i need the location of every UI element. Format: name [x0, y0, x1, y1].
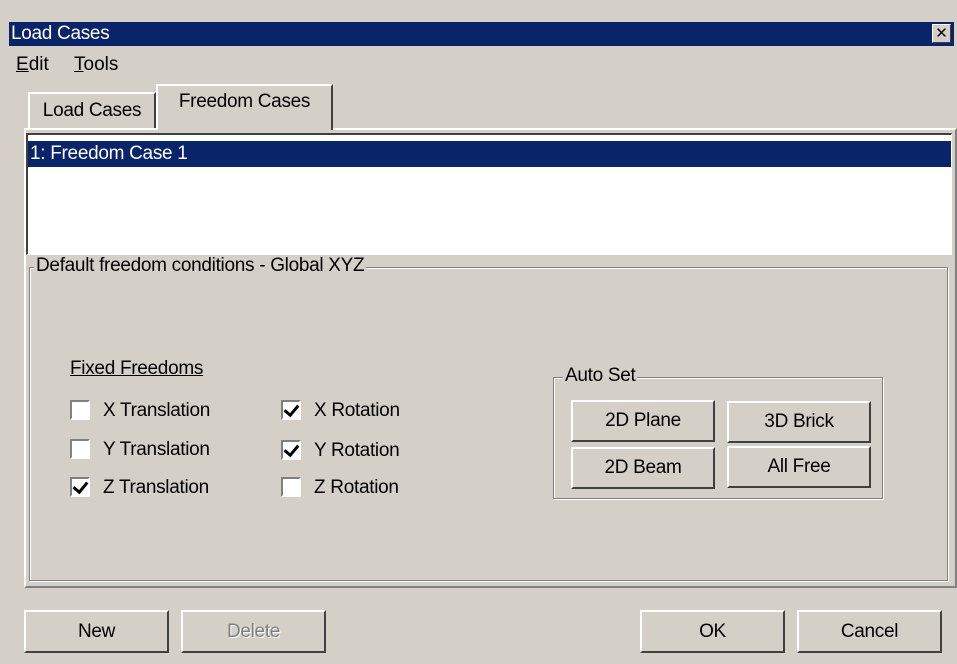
checkbox-z-rotation-box[interactable] — [281, 477, 301, 497]
menu-tools-rest: ools — [83, 54, 119, 75]
2d-beam-button[interactable]: 2D Beam — [571, 447, 715, 489]
checkbox-y-translation-label: Y Translation — [103, 439, 210, 460]
menu-edit-rest: dit — [28, 54, 49, 75]
window-title: Load Cases — [11, 23, 110, 44]
checkbox-y-rotation-label: Y Rotation — [314, 440, 400, 461]
tab-load-cases[interactable]: Load Cases — [28, 92, 156, 128]
checkbox-x-rotation-box[interactable] — [281, 400, 301, 420]
default-freedom-title: Default freedom conditions - Global XYZ — [34, 255, 367, 277]
title-bar[interactable]: Load Cases ✕ — [9, 22, 954, 46]
checkbox-z-translation-label: Z Translation — [103, 477, 209, 498]
2d-plane-button[interactable]: 2D Plane — [571, 400, 715, 442]
checkbox-z-rotation-label: Z Rotation — [314, 477, 399, 498]
menu-tools[interactable]: Tools — [74, 52, 118, 78]
all-free-button[interactable]: All Free — [727, 446, 871, 488]
3d-brick-button[interactable]: 3D Brick — [727, 401, 871, 443]
close-icon[interactable]: ✕ — [932, 24, 951, 43]
menu-edit-mnemonic: E — [16, 54, 29, 75]
load-cases-dialog: Load Cases ✕ Edit Tools Load Cases Freed… — [0, 0, 957, 664]
checkbox-x-translation-box[interactable] — [70, 400, 90, 420]
auto-set-title: Auto Set — [563, 365, 638, 387]
checkbox-y-translation-box[interactable] — [70, 439, 90, 459]
checkbox-x-translation-label: X Translation — [103, 400, 210, 421]
checkbox-z-translation-box[interactable] — [70, 477, 90, 497]
new-button[interactable]: New — [24, 610, 169, 653]
checkbox-y-rotation-box[interactable] — [281, 440, 301, 460]
list-item[interactable]: 1: Freedom Case 1 — [28, 141, 951, 167]
freedom-case-list[interactable]: 1: Freedom Case 1 — [26, 133, 952, 255]
ok-button[interactable]: OK — [640, 610, 785, 653]
menu-tools-mnemonic: T — [74, 54, 84, 75]
menu-edit[interactable]: Edit — [16, 52, 49, 78]
fixed-freedoms-label: Fixed Freedoms — [70, 358, 204, 379]
checkbox-x-rotation-label: X Rotation — [314, 400, 400, 421]
delete-button[interactable]: Delete — [181, 610, 326, 653]
cancel-button[interactable]: Cancel — [797, 610, 942, 653]
delete-button-label: Delete — [226, 621, 281, 642]
tab-freedom-cases[interactable]: Freedom Cases — [156, 84, 333, 130]
